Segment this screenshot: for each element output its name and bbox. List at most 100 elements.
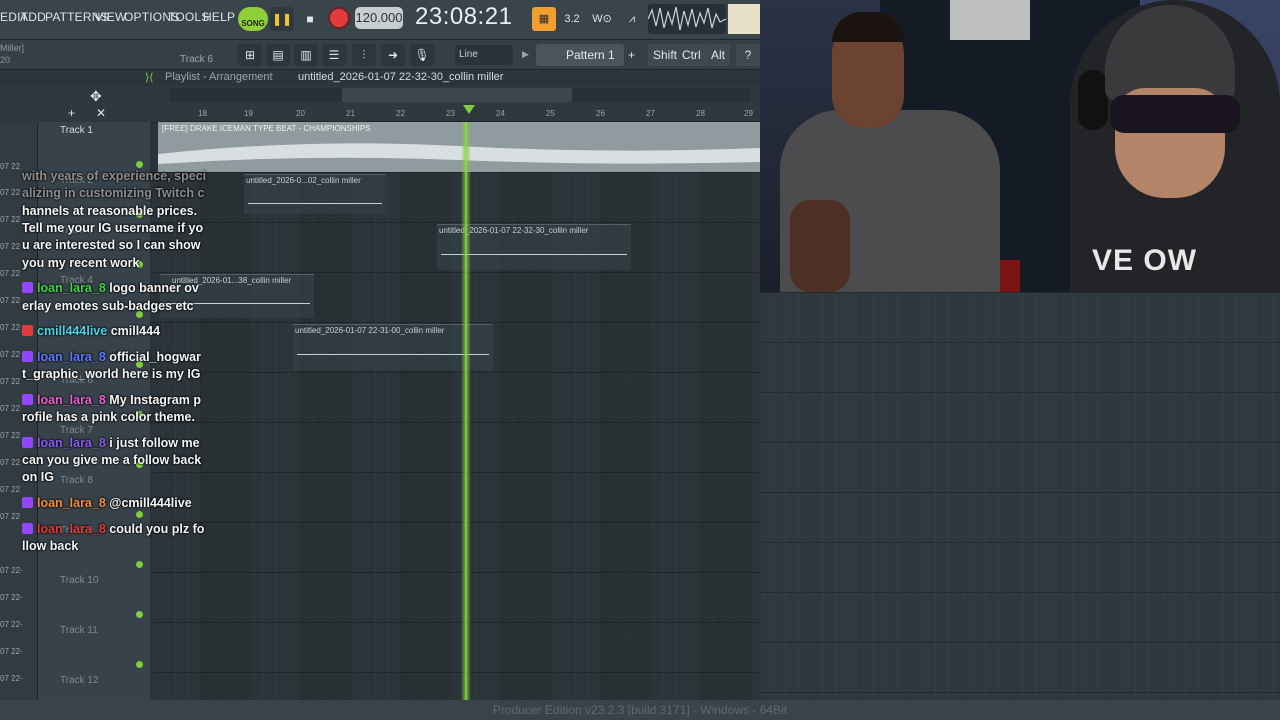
chat-username: loan_lara_8	[37, 393, 106, 407]
left-info-line2: 20	[0, 55, 11, 65]
person-left-arm	[790, 200, 850, 292]
pattern-prev-icon[interactable]: ▶	[522, 49, 529, 60]
grid-shade	[700, 122, 750, 700]
status-bar: Producer Edition v23.2.3 [build 3171] - …	[0, 700, 1280, 720]
chat-text: logo banner ov	[109, 281, 199, 295]
chat-message: loan_lara_8 could you plz fo	[22, 521, 222, 538]
oscilloscope	[648, 4, 726, 34]
chat-message: loan_lara_8 official_hogwar	[22, 349, 222, 366]
help-icon[interactable]: ?	[736, 44, 760, 66]
grid-shade	[600, 122, 650, 700]
playlist-header: ⟩⟨ Playlist - Arrangement untitled_2026-…	[0, 70, 760, 86]
playlist-icon-small: ⟩⟨	[145, 72, 154, 84]
chat-message: loan_lara_8 logo banner ov	[22, 280, 222, 297]
ruler-tick: 20	[296, 109, 305, 118]
clip-label: untitled_2026-01-07 22-31-00_collin mill…	[295, 326, 445, 335]
timeline-ruler[interactable]: 18 19 20 21 22 23 24 25 26 27 28 29	[160, 86, 760, 122]
chat-text: t_graphic_world here is my IG	[22, 367, 201, 381]
ruler-tick: 28	[696, 109, 705, 118]
chat-text: Tell me your IG username if yo	[22, 221, 204, 235]
chat-text: My Instagram p	[109, 393, 201, 407]
track-mute-led[interactable]	[136, 661, 143, 668]
song-position-marker[interactable]	[463, 105, 475, 114]
add-pattern-icon[interactable]: +	[628, 48, 635, 62]
tempo-display[interactable]: 120.000	[355, 7, 403, 29]
chat-text: official_hogwar	[109, 350, 201, 364]
scrollbar-thumb[interactable]	[342, 88, 572, 102]
chat-text: cmill444	[110, 324, 161, 338]
ruler-tick: 26	[596, 109, 605, 118]
stop-button[interactable]: ■	[298, 7, 322, 31]
metronome-icon[interactable]: ⩘	[620, 7, 644, 31]
twitch-badge-icon	[22, 497, 33, 508]
chat-username: loan_lara_8	[37, 496, 106, 510]
snap-select[interactable]: Line	[455, 45, 513, 65]
project-name: untitled_2026-01-07 22-32-30_collin mill…	[298, 71, 504, 83]
menu-add[interactable]: ADD	[20, 10, 46, 24]
chat-text: llow back	[22, 539, 79, 553]
menu-view[interactable]: VIEW	[95, 10, 126, 24]
date-cell: 07 22-	[0, 593, 23, 602]
twitch-badge-icon	[22, 394, 33, 405]
playlist-icon[interactable]: ⊞	[238, 44, 262, 66]
song-mode-button[interactable]: SONG	[238, 7, 268, 31]
clip-waveform	[158, 143, 760, 164]
chat-message: loan_lara_8 My Instagram p	[22, 392, 222, 409]
audio-clip-main[interactable]: [FREE] DRAKE ICEMAN TYPE BEAT - CHAMPION…	[158, 122, 760, 172]
waveform-icon	[648, 6, 726, 31]
clip-label: untitled_2026-0...02_collin miller	[246, 176, 361, 185]
grid-shade	[500, 122, 550, 700]
playlist-grid[interactable]	[150, 122, 760, 700]
ctrl-key-button[interactable]: Ctrl	[677, 44, 706, 66]
chat-text: erlay emotes sub-badges etc	[22, 299, 194, 313]
twitch-badge-icon	[22, 351, 33, 362]
twitch-badge-icon	[22, 437, 33, 448]
mixer-icon[interactable]: ▤	[266, 44, 290, 66]
typing-keyboard-icon[interactable]: ▦	[532, 7, 556, 31]
chat-text: @cmill444live	[109, 496, 192, 510]
left-info-line1: Miller]	[0, 43, 24, 53]
arrow-right-icon[interactable]: ➜	[381, 44, 405, 66]
track-mute-led[interactable]	[136, 161, 143, 168]
date-cell: 07 22	[0, 512, 21, 521]
track-mute-led[interactable]	[136, 561, 143, 568]
ruler-tick: 23	[446, 109, 455, 118]
close-icon[interactable]: ✕	[96, 106, 106, 120]
headphones-icon	[1078, 70, 1108, 130]
alt-key-button[interactable]: Alt	[706, 44, 731, 66]
audio-clip[interactable]: untitled_2026-0...02_collin miller	[244, 174, 386, 214]
sunglasses-icon	[1110, 95, 1240, 133]
add-track-icon[interactable]: +	[68, 106, 75, 120]
pause-button[interactable]: ❚❚	[270, 7, 294, 31]
chat-text: u are interested so I can show	[22, 238, 201, 252]
top-menu-bar: EDIT ADD PATTERNS VIEW OPTIONS TOOLS HEL…	[0, 0, 760, 40]
record-button[interactable]	[328, 7, 350, 29]
playlist-grid-extension[interactable]	[760, 292, 1280, 700]
ruler-tick: 29	[744, 109, 753, 118]
move-tool-icon[interactable]: ✥	[90, 88, 102, 105]
chat-message: loan_lara_8 @cmill444live	[22, 495, 222, 512]
playhead[interactable]	[461, 122, 471, 700]
track-label: Track 1	[60, 125, 93, 136]
chat-text: can you give me a follow back	[22, 453, 202, 467]
date-cell: 07 22-	[0, 674, 23, 683]
track-mute-led[interactable]	[136, 611, 143, 618]
chat-text: you my recent work	[22, 256, 140, 270]
channel-rack-icon[interactable]: ☰	[322, 44, 346, 66]
chat-message: cmill444live cmill444	[22, 323, 222, 340]
faders-icon[interactable]: ⫶	[352, 44, 376, 66]
microphone-icon[interactable]: 🎙	[410, 44, 434, 66]
wait-for-input-icon[interactable]: W⊙	[590, 7, 614, 31]
track-hint: Track 6	[180, 54, 213, 65]
date-cell: 07 22	[0, 485, 21, 494]
chat-text: on IG	[22, 470, 54, 484]
date-cell: 07 22-	[0, 620, 23, 629]
twitch-badge-icon	[22, 282, 33, 293]
playlist-tools: ✥ + ✕	[0, 86, 160, 122]
chat-text: could you plz fo	[109, 522, 205, 536]
menu-help[interactable]: HELP	[203, 10, 235, 24]
piano-roll-icon[interactable]: ▥	[294, 44, 318, 66]
date-cell: 07 22-	[0, 647, 23, 656]
date-cell: 07 22-	[0, 566, 23, 575]
pattern-select[interactable]: Pattern 1	[536, 44, 624, 66]
